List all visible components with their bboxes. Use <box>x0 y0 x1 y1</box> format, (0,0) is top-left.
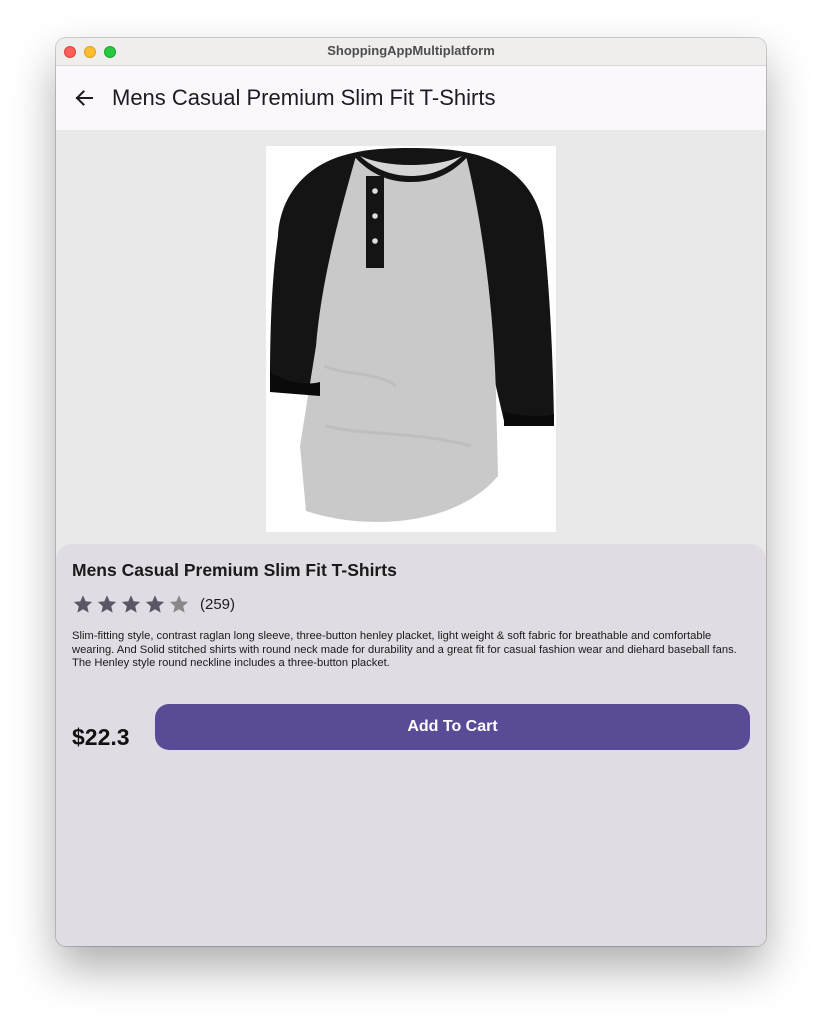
product-description: Slim-fitting style, contrast raglan long… <box>72 630 737 670</box>
arrow-left-icon <box>75 90 93 106</box>
product-price: $22.3 <box>72 724 130 750</box>
add-to-cart-button[interactable]: Add To Cart <box>155 704 750 750</box>
product-image <box>266 146 556 532</box>
page-title: Mens Casual Premium Slim Fit T-Shirts <box>112 85 496 110</box>
top-app-bar: Mens Casual Premium Slim Fit T-Shirts <box>56 66 766 130</box>
back-button[interactable] <box>70 84 98 112</box>
star-icon <box>73 595 93 613</box>
product-details-sheet: Mens Casual Premium Slim Fit T-Shirts (2… <box>56 544 766 946</box>
window-title: ShoppingAppMultiplatform <box>327 43 495 58</box>
star-icon <box>97 595 117 613</box>
window-titlebar: ShoppingAppMultiplatform <box>56 38 766 66</box>
henley-tshirt-image <box>270 148 554 522</box>
review-count: (259) <box>200 595 236 613</box>
star-empty-icon <box>169 595 189 613</box>
product-title: Mens Casual Premium Slim Fit T-Shirts <box>72 560 397 580</box>
rating-row: (259) <box>72 592 235 616</box>
star-icon <box>145 595 165 613</box>
product-image-area <box>56 130 766 544</box>
app-window: ShoppingAppMultiplatform Mens Casual Pre… <box>56 38 766 946</box>
star-icon <box>121 595 141 613</box>
